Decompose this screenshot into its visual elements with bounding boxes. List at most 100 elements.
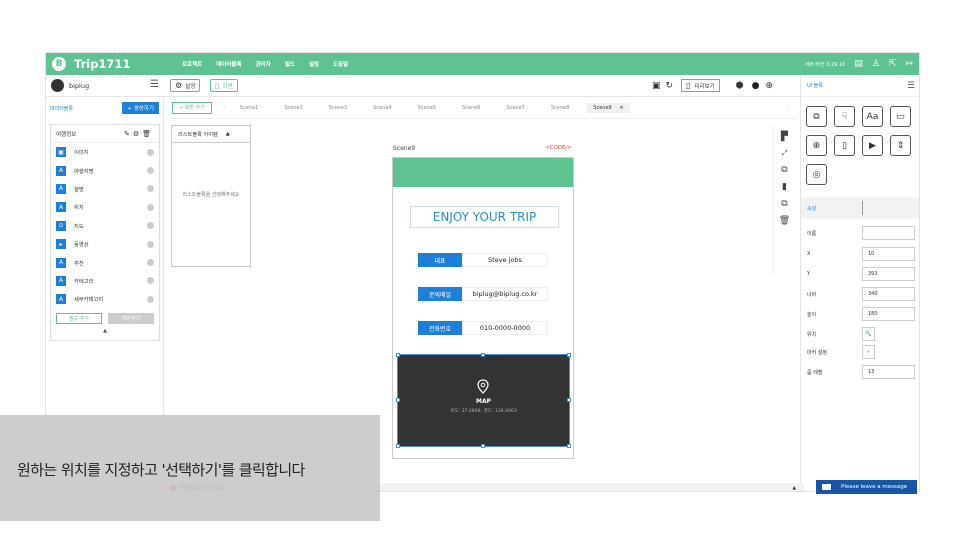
tab-scene9[interactable]: Scene9 ✕ (587, 102, 630, 113)
menu-item-datablock[interactable]: 데이터블록 (216, 60, 241, 68)
menu-item-help[interactable]: 도움말 (333, 60, 348, 68)
menu-item-settings[interactable]: 설정 (309, 60, 319, 68)
menu-item-admin[interactable]: 관리자 (256, 60, 271, 68)
logout-icon[interactable]: ↦ (905, 59, 913, 69)
field-row[interactable]: A 세부카테고리 (51, 290, 159, 308)
remove-field-icon[interactable] (147, 259, 154, 267)
resize-handle[interactable] (567, 353, 571, 357)
kv-row-email[interactable]: 문의메일 biplug@biplug.co.kr (418, 287, 548, 301)
menu-item-project[interactable]: 프로젝트 (182, 60, 202, 68)
remove-field-icon[interactable] (147, 185, 154, 193)
kv-row-ceo[interactable]: 대표 Steve jobs (418, 253, 548, 267)
button-block-icon[interactable]: ☟ (834, 106, 855, 127)
tab-scene6[interactable]: Scene6 (462, 105, 480, 111)
video-block-icon[interactable]: ▶ (862, 135, 883, 156)
field-row[interactable]: A 설명 (51, 180, 159, 198)
image-block-icon[interactable]: ⧉ (806, 106, 827, 127)
chevron-up-icon[interactable]: ▲ (226, 131, 230, 137)
app-logo[interactable]: B Trip1711 (52, 57, 172, 71)
field-row[interactable]: ▸ 동영상 (51, 235, 159, 253)
marker-checkbox[interactable]: ✓ (862, 345, 875, 359)
map-block-icon[interactable]: ▯ (834, 135, 855, 156)
history-icon[interactable]: ↻ (666, 81, 674, 91)
menu-item-build[interactable]: 빌드 (285, 60, 295, 68)
save-button[interactable]: 저장하기 (108, 312, 154, 324)
tab-scene2[interactable]: Scene2 (284, 105, 302, 111)
field-row[interactable]: A 추천 (51, 253, 159, 271)
property-input[interactable]: 340 (862, 287, 915, 301)
tab-scene3[interactable]: Scene3 (329, 105, 347, 111)
remove-field-icon[interactable] (147, 203, 154, 211)
property-input[interactable]: 180 (862, 307, 915, 321)
resize-handle[interactable] (481, 444, 485, 448)
property-input[interactable]: 393 (862, 267, 915, 281)
property-input[interactable] (862, 226, 915, 240)
remove-field-icon[interactable] (147, 222, 154, 230)
remove-field-icon[interactable] (147, 295, 154, 303)
property-input[interactable]: 13 (862, 365, 915, 379)
user-icon[interactable]: ♙ (872, 59, 880, 69)
resize-handle[interactable] (481, 353, 485, 357)
menu-icon[interactable]: ☰ (907, 81, 915, 91)
create-button[interactable]: + 생성하기 (122, 102, 159, 114)
kv-row-phone[interactable]: 전화번호 010-0000-0000 (418, 321, 548, 335)
field-row[interactable]: ▣ 이미지 (51, 143, 159, 161)
tab-scene4[interactable]: Scene4 (373, 105, 391, 111)
add-screen-button[interactable]: + 화면 추가 (172, 101, 212, 114)
paste-icon[interactable]: ▮ (782, 182, 787, 192)
chevron-left-icon[interactable]: ‹ (224, 105, 226, 111)
resize-handle[interactable] (396, 353, 400, 357)
apple-icon[interactable]: ● (752, 81, 760, 91)
gear-icon[interactable]: ⚙ (133, 130, 142, 138)
web-icon[interactable]: ⊕ (765, 81, 773, 91)
remove-field-icon[interactable] (147, 148, 154, 156)
picture-block-icon[interactable]: ▭ (890, 106, 911, 127)
expand-icon[interactable]: ▲ (792, 486, 796, 491)
phone-header[interactable] (393, 158, 573, 187)
edit-icon[interactable]: ✎ (124, 130, 133, 138)
device-icon[interactable]: ▛ (781, 132, 788, 142)
tab-scene5[interactable]: Scene5 (418, 105, 436, 111)
phone-canvas[interactable]: ENJOY YOUR TRIP 대표 Steve jobs 문의메일 biplu… (392, 157, 574, 459)
tab-scene8[interactable]: Scene8 (551, 105, 569, 111)
property-input[interactable]: 10 (862, 247, 915, 261)
user-info[interactable]: biplug (51, 79, 89, 92)
settings-button[interactable]: ⚙ 설정 (170, 79, 201, 92)
resize-handle[interactable] (396, 444, 400, 448)
share-icon[interactable]: ⇱ (889, 59, 897, 69)
trash-icon[interactable]: 🗑 (779, 216, 790, 226)
collapse-icon[interactable]: ▲ (51, 328, 159, 334)
field-row[interactable]: ⊙ 지도 (51, 217, 159, 235)
copy-icon[interactable]: ⧉ (781, 165, 787, 175)
text-block-icon[interactable]: Aa (862, 106, 883, 127)
save-icon[interactable]: ▣ (652, 81, 661, 91)
location-search-button[interactable]: 🔍 (862, 327, 875, 341)
close-icon[interactable]: ✕ (619, 105, 623, 111)
remove-field-icon[interactable] (147, 240, 154, 248)
resize-handle[interactable] (567, 444, 571, 448)
duplicate-icon[interactable]: ⧉ (781, 199, 787, 209)
map-component[interactable]: MAP 위도: 37.4868, 경도: 126.8963 (396, 353, 571, 448)
web-block-icon[interactable]: ⊕ (806, 135, 827, 156)
field-row[interactable]: A 여행지명 (51, 161, 159, 179)
preview-button[interactable]: ▯ 미리보기 (681, 79, 720, 92)
trash-icon[interactable]: 🗑 (142, 130, 154, 138)
resize-handle[interactable] (567, 398, 571, 402)
remove-field-icon[interactable] (147, 277, 154, 285)
chevron-right-icon[interactable]: › (788, 105, 790, 111)
screen-button[interactable]: ▯ 화면 (210, 79, 238, 92)
document-icon[interactable]: ▤ (854, 59, 863, 69)
tab-scene7[interactable]: Scene7 (506, 105, 524, 111)
add-field-button[interactable]: 필드 추가 (56, 312, 103, 324)
android-icon[interactable]: ⬢ (736, 81, 744, 91)
code-link[interactable]: <CODE/> (545, 145, 572, 151)
field-row[interactable]: A 위치 (51, 198, 159, 216)
phone-title[interactable]: ENJOY YOUR TRIP (410, 206, 559, 228)
remove-field-icon[interactable] (147, 167, 154, 175)
field-row[interactable]: A 카테고리 (51, 272, 159, 290)
menu-icon[interactable]: ☰ (150, 79, 159, 90)
chat-button[interactable]: Please leave a message (816, 480, 917, 494)
resize-handle[interactable] (396, 398, 400, 402)
fullscreen-icon[interactable]: ⤢ (782, 149, 788, 158)
scroll-block-icon[interactable]: ⇕ (890, 135, 911, 156)
